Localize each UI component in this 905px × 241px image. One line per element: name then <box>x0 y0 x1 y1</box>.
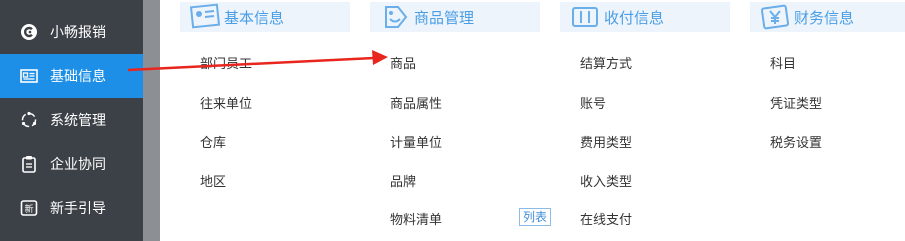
link-brands[interactable]: 品牌 <box>390 171 416 190</box>
sidebar-item-basic-info[interactable]: 基础信息 <box>0 54 143 98</box>
sidebar-scrollbar[interactable] <box>143 0 160 241</box>
link-tax-settings[interactable]: 税务设置 <box>770 132 822 151</box>
sidebar-item-beginner-guide[interactable]: 新 新手引导 <box>0 186 143 230</box>
wallet-icon <box>568 3 602 31</box>
link-product-attributes[interactable]: 商品属性 <box>390 93 442 112</box>
sidebar-item-system-management[interactable]: 系统管理 <box>0 98 143 142</box>
category-title: 收付信息 <box>604 9 665 27</box>
sidebar: 小畅报销 基础信息 系统管理 企业协同 新 新手引导 <box>0 0 143 241</box>
link-income-types[interactable]: 收入类型 <box>580 171 632 190</box>
link-voucher-types[interactable]: 凭证类型 <box>770 93 822 112</box>
sidebar-item-enterprise-collaboration[interactable]: 企业协同 <box>0 142 143 186</box>
sidebar-item-label: 系统管理 <box>50 112 106 128</box>
svg-text:新: 新 <box>24 203 33 215</box>
link-products[interactable]: 商品 <box>390 53 416 72</box>
link-online-payment[interactable]: 在线支付 <box>580 209 632 228</box>
sidebar-item-label: 企业协同 <box>50 156 106 172</box>
sidebar-item-label: 新手引导 <box>50 200 106 216</box>
category-header-basic-info: 基本信息 <box>180 2 350 32</box>
cycle-icon <box>20 111 38 129</box>
list-badge[interactable]: 列表 <box>519 208 552 226</box>
category-header-product-management: 商品管理 <box>370 2 540 32</box>
link-department-staff[interactable]: 部门员工 <box>200 53 252 72</box>
basic-info-panel: 基本信息 部门员工 往来单位 仓库 地区 商品管理 商品 商品属性 计量单位 品… <box>160 0 905 241</box>
sidebar-item-label: 小畅报销 <box>50 24 106 40</box>
id-card-icon <box>20 67 38 85</box>
link-business-partners[interactable]: 往来单位 <box>200 93 252 112</box>
tag-icon <box>378 3 412 31</box>
link-warehouse[interactable]: 仓库 <box>200 132 226 151</box>
clipboard-icon <box>20 155 38 173</box>
link-region[interactable]: 地区 <box>200 171 226 190</box>
link-settlement-methods[interactable]: 结算方式 <box>580 53 632 72</box>
sidebar-item-label: 基础信息 <box>50 68 106 84</box>
link-subjects[interactable]: 科目 <box>770 53 796 72</box>
id-card-icon <box>188 3 222 31</box>
logo-icon <box>20 23 38 41</box>
category-header-finance-info: 财务信息 <box>750 2 905 32</box>
sidebar-item-xiaochang-reimburse[interactable]: 小畅报销 <box>0 10 143 54</box>
category-header-payment-info: 收付信息 <box>560 2 730 32</box>
link-units[interactable]: 计量单位 <box>390 132 442 151</box>
category-title: 商品管理 <box>414 9 475 27</box>
link-bill-of-materials[interactable]: 物料清单 <box>390 209 442 228</box>
category-title: 基本信息 <box>224 9 285 27</box>
link-accounts[interactable]: 账号 <box>580 93 606 112</box>
yen-icon <box>758 3 792 31</box>
link-expense-types[interactable]: 费用类型 <box>580 132 632 151</box>
new-badge-icon: 新 <box>20 199 38 217</box>
category-title: 财务信息 <box>794 9 855 27</box>
